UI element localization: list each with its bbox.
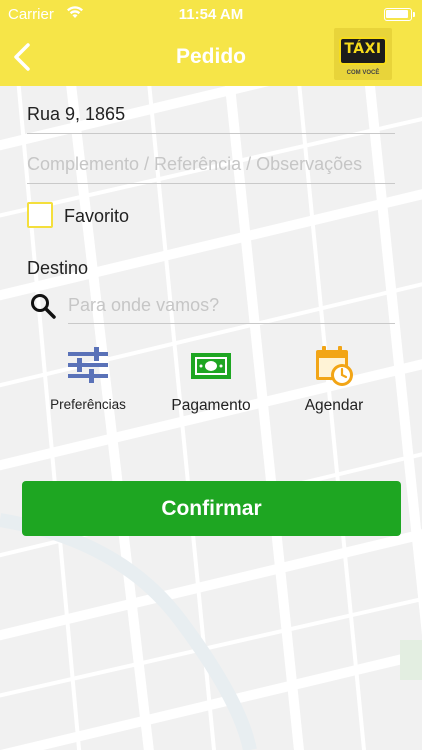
cash-icon (191, 353, 231, 379)
calendar-clock-icon (316, 346, 353, 386)
schedule-button[interactable]: Agendar (279, 344, 389, 420)
preferences-label: Preferências (50, 397, 126, 412)
sliders-icon (68, 347, 108, 383)
status-time: 11:54 AM (178, 6, 244, 23)
complement-field[interactable]: Complemento / Referência / Observações (27, 152, 395, 184)
logo-badge: TÁXI (339, 37, 387, 65)
preferences-button[interactable]: Preferências (33, 344, 143, 420)
payment-button[interactable]: Pagamento (156, 344, 266, 420)
search-icon (31, 294, 56, 319)
taxi-logo: TÁXI COM VOCÊ (334, 28, 392, 80)
navigation-bar: Pedido TÁXI COM VOCÊ (0, 28, 422, 86)
logo-subtext: COM VOCÊ (346, 70, 380, 76)
confirm-button[interactable]: Confirmar (22, 481, 401, 536)
destination-label: Destino (27, 258, 89, 278)
payment-label: Pagamento (171, 397, 251, 414)
schedule-label: Agendar (304, 397, 364, 414)
address-field[interactable]: Rua 9, 1865 (27, 102, 395, 134)
favorite-checkbox[interactable] (27, 202, 53, 228)
destination-input[interactable]: Para onde vamos? (68, 292, 395, 324)
favorite-label: Favorito (64, 206, 130, 226)
status-bar: Carrier 11:54 AM (0, 0, 422, 28)
battery-icon (384, 8, 415, 21)
logo-word: TÁXI (344, 41, 382, 57)
